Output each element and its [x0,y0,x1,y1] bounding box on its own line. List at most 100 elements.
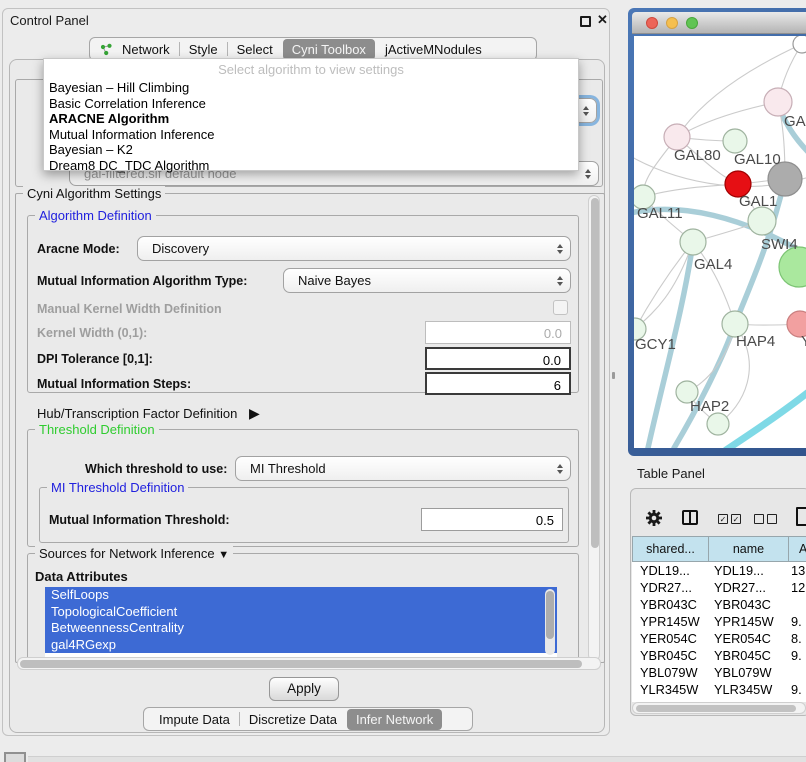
node-swi4[interactable] [748,207,776,235]
unselect-all-columns-icon[interactable] [754,514,764,524]
mi-threshold-definition-title: MI Threshold Definition [47,480,188,495]
node-label: GAL [784,113,806,130]
dpi-tolerance-field[interactable]: 0.0 [425,347,571,370]
tab-jactivemnodules[interactable]: jActiveMNodules [376,39,491,60]
attributes-list-scrollbar-thumb[interactable] [546,591,554,639]
node-gal10[interactable] [723,129,747,153]
combo-stepper-icon [557,244,563,254]
column-header-name[interactable]: name [708,536,789,562]
table-row[interactable]: YBR043C YBR043C [632,596,806,613]
close-window-icon[interactable] [646,17,658,29]
tab-discretize-data[interactable]: Discretize Data [240,709,346,730]
table-body[interactable]: YDL19... YDL19... 13 YDR27... YDR27... 1… [632,562,806,702]
manual-kernel-width-checkbox[interactable] [553,300,568,315]
unselect-all-columns-icon[interactable] [767,514,777,524]
cell-value: 9. [791,614,802,629]
kernel-width-field[interactable]: 0.0 [425,321,571,344]
list-item[interactable]: TopologicalCoefficient [45,604,557,621]
float-icon[interactable] [580,16,591,27]
table-row[interactable]: YPR145W YPR145W 9. [632,613,806,630]
panel-splitter-handle[interactable] [612,372,615,379]
dropdown-item-dream8[interactable]: Dream8 DC_TDC Algorithm [49,158,209,173]
algorithm-definition-title: Algorithm Definition [35,208,156,223]
apply-button[interactable]: Apply [269,677,339,701]
settings-horizontal-scrollbar[interactable] [17,657,601,670]
which-threshold-combobox[interactable]: MI Threshold [235,456,571,481]
column-header-partial[interactable]: A [788,536,806,562]
settings-vertical-scrollbar[interactable] [588,195,600,661]
document-icon[interactable] [796,507,806,526]
aracne-mode-combobox[interactable]: Discovery [137,236,571,261]
settings-vertical-scrollbar-thumb[interactable] [591,198,599,548]
network-view-window[interactable]: GAL GAL80 GAL10 GAL1 GAL11 SWI4 GAL4 GCY… [628,8,806,456]
zoom-window-icon[interactable] [686,17,698,29]
tab-style[interactable]: Style [180,39,227,60]
tab-cyni-toolbox[interactable]: Cyni Toolbox [283,39,375,60]
select-all-columns-icon[interactable]: ✓ [718,514,728,524]
mi-steps-label: Mutual Information Steps: [37,377,191,391]
select-all-columns-icon[interactable]: ✓ [731,514,741,524]
dropdown-item-bayesian-k2[interactable]: Bayesian – K2 [49,142,133,157]
table-row[interactable]: YLR345W YLR345W 9. [632,681,806,698]
mi-threshold-field[interactable]: 0.5 [421,508,563,531]
list-item[interactable]: BetweennessCentrality [45,620,557,637]
bottom-panel-edge [28,756,806,762]
hub-definition-label: Hub/Transcription Factor Definition [37,406,237,421]
node-gal4[interactable] [680,229,706,255]
node-gal[interactable] [764,88,792,116]
expand-right-icon[interactable]: ▶ [249,405,260,421]
network-edges-cyan [726,386,806,448]
data-attributes-label: Data Attributes [35,569,128,584]
dropdown-item-mutual-information[interactable]: Mutual Information Inference [49,127,214,142]
cyni-algorithm-settings-title: Cyni Algorithm Settings [23,186,165,201]
combo-stepper-icon [585,169,591,179]
tab-impute-data[interactable]: Impute Data [150,709,239,730]
table-row[interactable]: YBL079W YBL079W [632,664,806,681]
cell-value: 8. [791,631,802,646]
columns-icon[interactable] [682,510,698,525]
dropdown-item-basic-correlation[interactable]: Basic Correlation Inference [49,96,206,111]
mi-steps-field[interactable]: 6 [425,372,571,395]
table-horizontal-scrollbar-thumb[interactable] [636,705,796,712]
cell-name: YBR043C [714,597,771,612]
collapse-down-icon[interactable]: ▼ [218,549,229,561]
mi-algorithm-type-combobox[interactable]: Naive Bayes [283,268,571,293]
aracne-mode-label: Aracne Mode: [37,242,120,256]
combo-stepper-icon [583,106,589,116]
cell-name: YBL079W [714,665,772,680]
list-item[interactable]: gal4RGexp [45,637,557,654]
settings-horizontal-scrollbar-thumb[interactable] [20,660,582,668]
table-row[interactable]: YBR045C YBR045C 9. [632,647,806,664]
node[interactable] [793,36,806,53]
dpi-tolerance-value: 0.0 [543,353,561,368]
dropdown-item-bayesian-hill-climbing[interactable]: Bayesian – Hill Climbing [49,80,189,95]
cell-value: 12 [791,580,805,595]
node[interactable] [707,413,729,435]
table-row[interactable]: YDL19... YDL19... 13 [632,562,806,579]
column-header-shared-name[interactable]: shared... [632,536,709,562]
data-attributes-list[interactable]: SelfLoops TopologicalCoefficient Between… [45,587,557,659]
tab-infer-network[interactable]: Infer Network [347,709,442,730]
minimize-window-icon[interactable] [666,17,678,29]
cell-name: YDL19... [714,563,764,578]
network-window-titlebar[interactable] [632,12,806,34]
tab-network[interactable]: Network [113,39,179,60]
cell-name: YBR045C [714,648,771,663]
tab-select[interactable]: Select [228,39,282,60]
list-item[interactable]: SelfLoops [45,587,557,604]
attributes-list-scrollbar[interactable] [545,589,555,655]
minimized-panel-icon[interactable] [4,752,26,762]
cell-name: YDR27... [714,580,766,595]
hub-definition-row[interactable]: Hub/Transcription Factor Definition ▶ [37,405,260,422]
control-panel: Control Panel ✕ Network Style Select Cyn… [2,8,610,736]
threshold-definition-title: Threshold Definition [35,422,159,437]
close-icon[interactable]: ✕ [597,12,608,28]
network-canvas[interactable]: GAL GAL80 GAL10 GAL1 GAL11 SWI4 GAL4 GCY… [634,36,806,448]
gear-icon[interactable] [645,509,663,530]
node-label: GAL80 [674,147,721,164]
dropdown-item-aracne[interactable]: ARACNE Algorithm [49,111,169,126]
table-horizontal-scrollbar[interactable] [632,702,806,714]
node-green[interactable] [779,247,806,287]
table-row[interactable]: YDR27... YDR27... 12 [632,579,806,596]
table-row[interactable]: YER054C YER054C 8. [632,630,806,647]
